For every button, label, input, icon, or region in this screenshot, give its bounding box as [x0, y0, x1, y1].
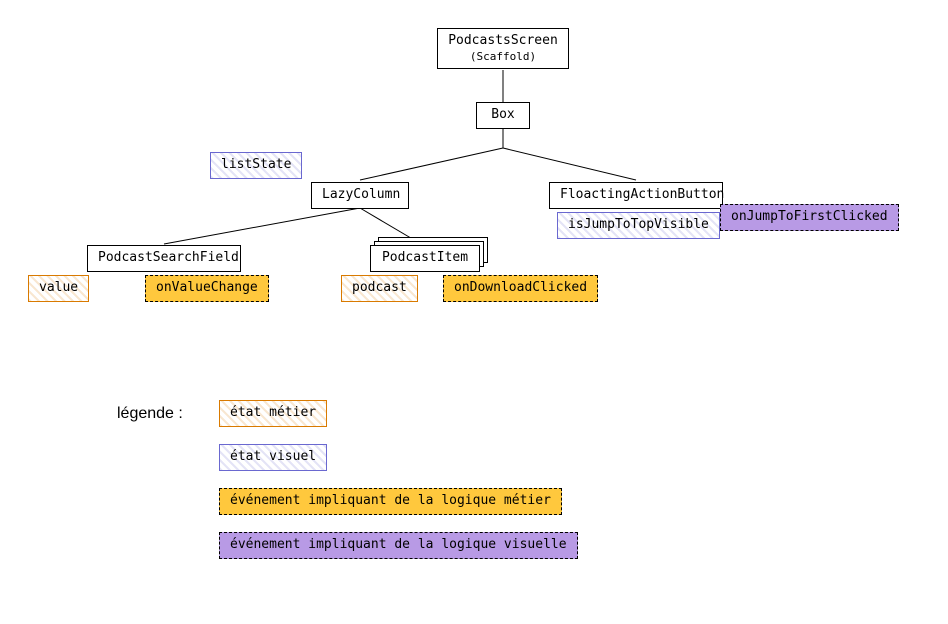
legend-etat-visuel: état visuel: [219, 444, 327, 471]
legend-ev-visuel: événement impliquant de la logique visue…: [219, 532, 578, 559]
node-searchfield: PodcastSearchField: [87, 245, 241, 272]
node-podcastitem: PodcastItem: [370, 245, 480, 272]
node-podcasts-screen: PodcastsScreen (Scaffold): [437, 28, 569, 69]
tag-podcast: podcast: [341, 275, 418, 302]
tag-onjumptofirstclicked: onJumpToFirstClicked: [720, 204, 899, 231]
connectors: [0, 0, 948, 624]
legend-etat-metier: état métier: [219, 400, 327, 427]
node-box: Box: [476, 102, 530, 129]
tag-liststate: listState: [210, 152, 302, 179]
legend-ev-metier: événement impliquant de la logique métie…: [219, 488, 562, 515]
tag-onvaluechange: onValueChange: [145, 275, 269, 302]
tag-ondownloadclicked: onDownloadClicked: [443, 275, 598, 302]
tag-value: value: [28, 275, 89, 302]
node-fab: FloactingActionButton: [549, 182, 723, 209]
legend-label: légende :: [117, 405, 183, 423]
node-lazycolumn: LazyColumn: [311, 182, 409, 209]
node-subtitle: (Scaffold): [448, 50, 558, 64]
node-title: PodcastsScreen: [448, 33, 558, 50]
tag-isjumptotopvisible: isJumpToTopVisible: [557, 212, 720, 239]
